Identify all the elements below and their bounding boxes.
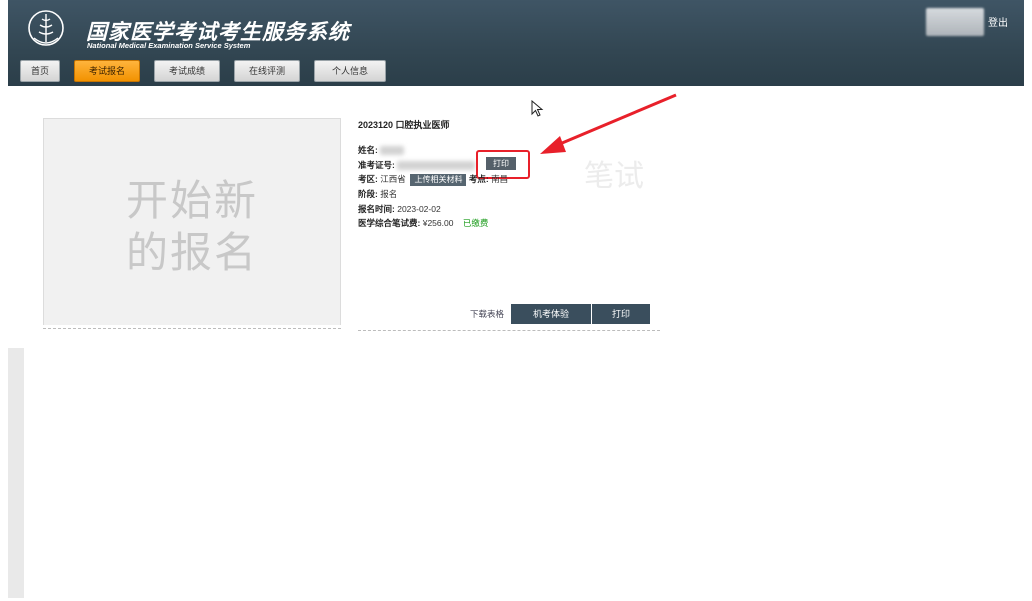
mouse-cursor-icon [531,100,544,117]
annotation-arrow [540,93,677,154]
